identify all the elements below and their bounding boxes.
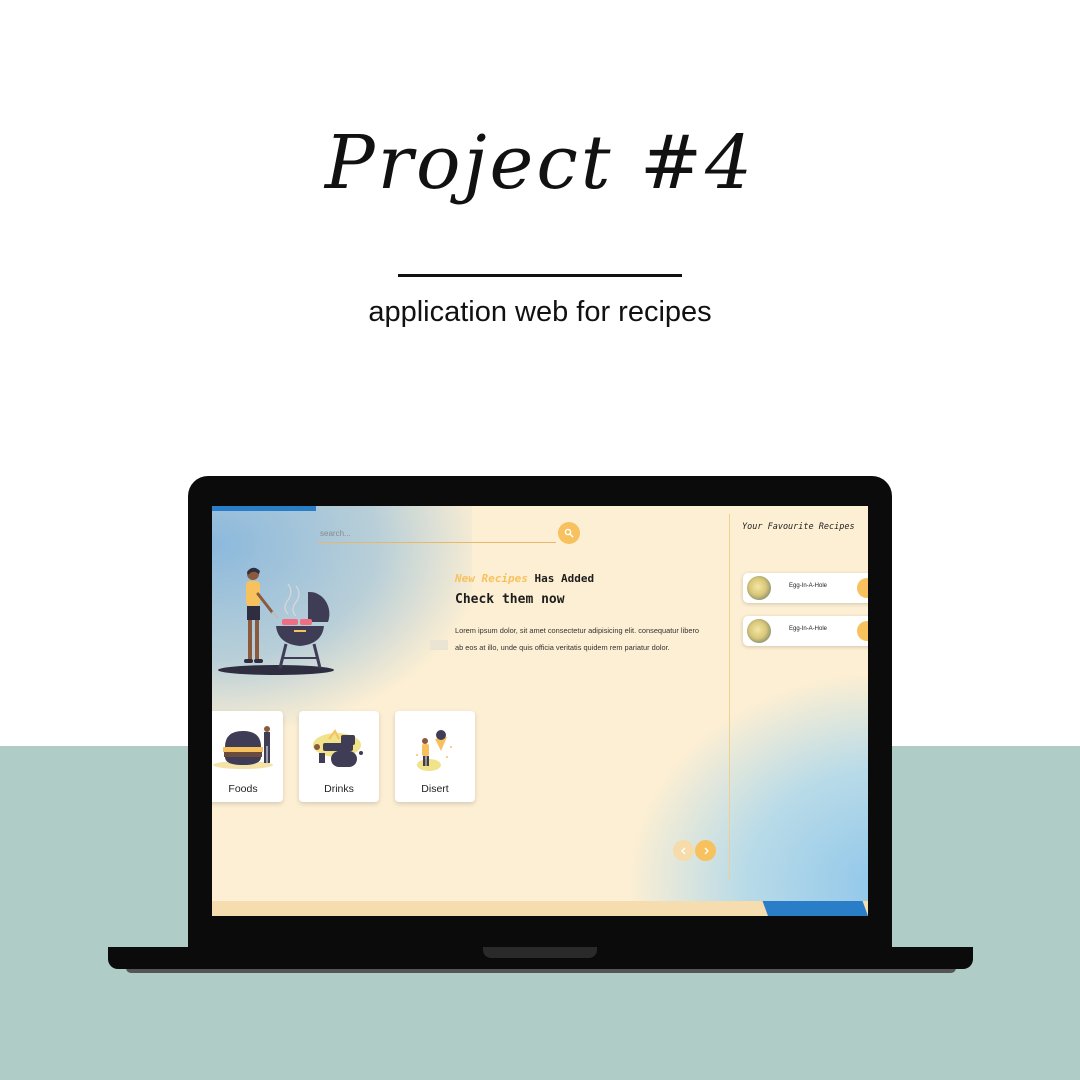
app-screen: New Recipes Has Added Check them now Lor… (212, 506, 868, 916)
hero-headline: New Recipes Has Added (455, 572, 594, 585)
hero-subheadline: Check them now (455, 592, 565, 607)
category-label: Drinks (324, 783, 354, 795)
barbecue-illustration (218, 567, 334, 675)
favourite-item-button[interactable] (857, 621, 868, 641)
chevron-right-icon (704, 847, 709, 854)
page-title: Project #4 (324, 120, 756, 206)
next-button[interactable] (695, 840, 716, 861)
favourite-item[interactable]: Egg-In-A-Hole (743, 616, 868, 646)
blue-gradient-right (632, 676, 868, 916)
category-card-drinks[interactable]: Drinks (299, 711, 379, 802)
search-input[interactable] (318, 524, 556, 543)
laptop-notch (483, 947, 597, 958)
favourite-item[interactable]: Egg-In-A-Hole (743, 573, 868, 603)
placeholder-block (430, 640, 448, 650)
search-button[interactable] (558, 522, 580, 544)
category-label: Disert (421, 783, 449, 795)
title-underline (398, 274, 682, 277)
hero-headline-rest: Has Added (527, 572, 595, 585)
category-card-disert[interactable]: Disert (395, 711, 475, 802)
favourites-title: Your Favourite Recipes (742, 522, 855, 532)
top-accent-stripe (212, 506, 316, 511)
search-icon (564, 528, 574, 538)
drinks-illustration (313, 729, 363, 767)
dessert-illustration (416, 730, 452, 771)
bottom-accent-stripe (762, 901, 868, 916)
sidebar-divider (729, 514, 730, 880)
hero-headline-accent: New Recipes (455, 572, 528, 585)
page-subtitle: application web for recipes (368, 296, 712, 328)
favourite-item-name: Egg-In-A-Hole (789, 626, 828, 632)
recipe-thumbnail (747, 619, 771, 643)
category-card-foods[interactable]: Foods (212, 711, 283, 802)
category-label: Foods (228, 783, 258, 795)
previous-button[interactable] (673, 840, 694, 861)
hero-description: Lorem ipsum dolor, sit amet consectetur … (455, 626, 700, 652)
favourite-item-name: Egg-In-A-Hole (789, 583, 828, 589)
burger-illustration (213, 726, 273, 769)
favourite-item-button[interactable] (857, 578, 868, 598)
recipe-thumbnail (747, 576, 771, 600)
chevron-left-icon (680, 847, 685, 854)
